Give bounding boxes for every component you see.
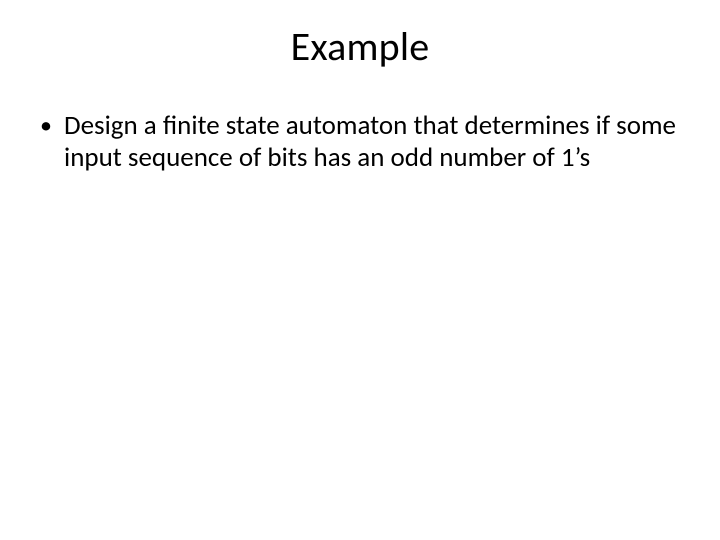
list-item: Design a finite state automaton that det… [34,110,686,174]
bullet-text: Design a finite state automaton that det… [64,109,676,174]
bullet-list: Design a finite state automaton that det… [34,110,686,174]
slide: Example Design a finite state automaton … [0,0,720,540]
slide-body: Design a finite state automaton that det… [34,110,686,174]
slide-title: Example [0,22,720,71]
